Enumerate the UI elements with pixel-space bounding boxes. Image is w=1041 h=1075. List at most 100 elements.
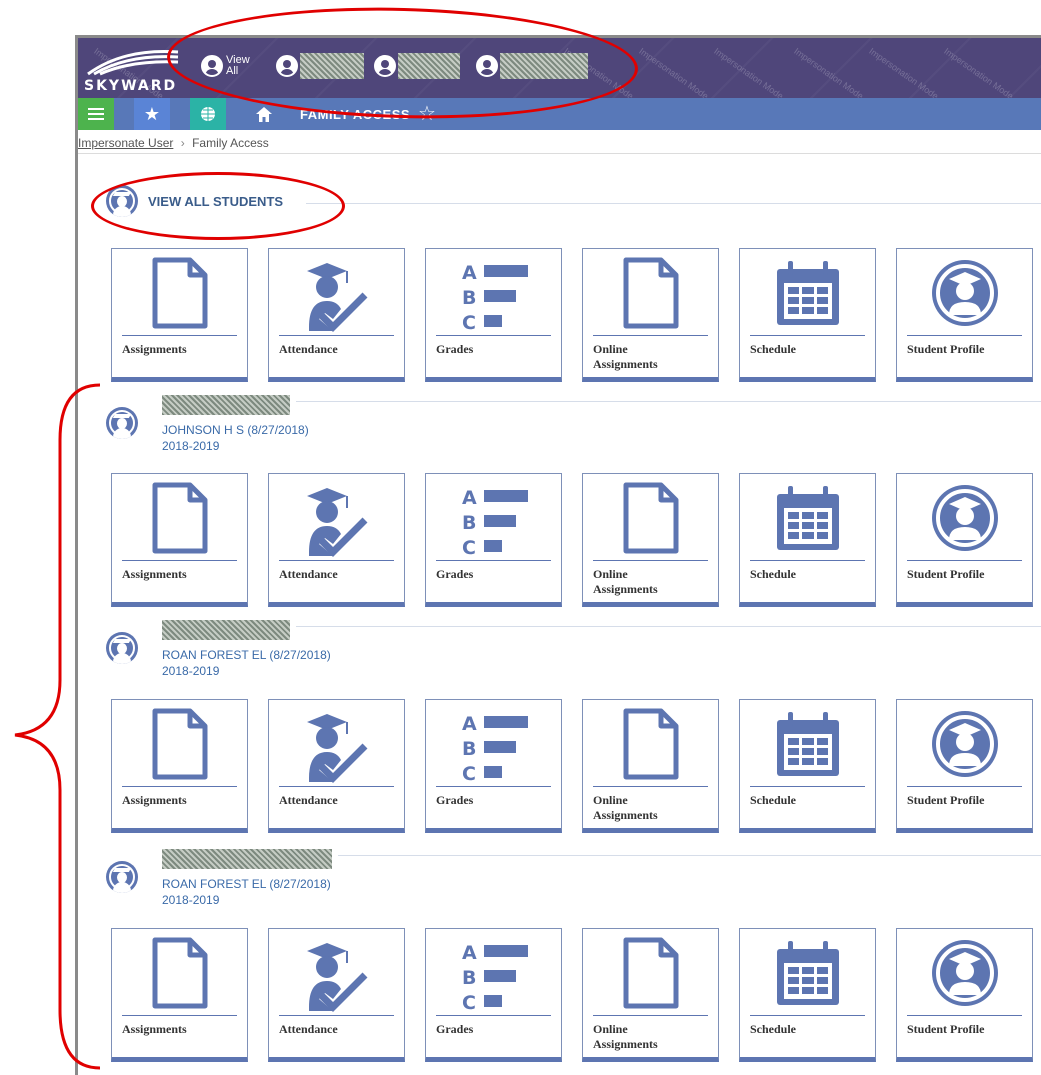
tile-divider <box>907 786 1022 787</box>
online-assignments-tile[interactable]: Online Assignments <box>582 248 719 382</box>
student-school[interactable]: ROAN FOREST EL (8/27/2018) <box>162 877 331 891</box>
svg-text:B: B <box>462 738 476 760</box>
student-school-year: 2018-2019 <box>162 893 220 907</box>
view-all-switch[interactable]: View All <box>201 51 250 81</box>
favorites-button[interactable]: ★ <box>134 98 170 130</box>
tile-divider <box>436 786 551 787</box>
home-icon <box>256 107 272 122</box>
svg-text:C: C <box>462 312 476 334</box>
home-button[interactable] <box>246 98 282 130</box>
schedule-tile[interactable]: Schedule <box>739 699 876 833</box>
tile-label: Online Assignments <box>593 793 658 822</box>
student-switch-2[interactable] <box>374 51 460 81</box>
svg-text:C: C <box>462 992 476 1014</box>
tile-label: Grades <box>436 1022 474 1036</box>
schedule-tile[interactable]: Schedule <box>739 473 876 607</box>
browser-frame: Impersonation Mode Impersonation Mode Im… <box>75 35 1041 1075</box>
student-switch-3[interactable] <box>476 51 588 81</box>
student-school[interactable]: ROAN FOREST EL (8/27/2018) <box>162 648 331 662</box>
add-favorite-star-icon[interactable]: ☆ <box>418 101 436 126</box>
attendance-tile[interactable]: Attendance <box>268 928 405 1062</box>
tile-label: Assignments <box>122 342 187 356</box>
online-assignments-tile[interactable]: Online Assignments <box>582 699 719 833</box>
watermark: Impersonation Mode <box>792 46 866 102</box>
schedule-tile[interactable]: Schedule <box>739 248 876 382</box>
tile-label: Online Assignments <box>593 567 658 596</box>
assignments-tile[interactable]: Assignments <box>111 248 248 382</box>
grades-tile[interactable]: A B C Grades <box>425 248 562 382</box>
attendance-tile[interactable]: Attendance <box>268 248 405 382</box>
student-profile-tile[interactable]: Student Profile <box>896 928 1033 1062</box>
attendance-icon <box>269 482 404 560</box>
tile-label: Student Profile <box>907 342 985 356</box>
svg-text:C: C <box>462 537 476 559</box>
watermark: Impersonation Mode <box>942 46 1016 102</box>
schedule-tile[interactable]: Schedule <box>739 928 876 1062</box>
tile-label: Schedule <box>750 342 797 356</box>
grades-icon: ABC <box>426 482 561 560</box>
redacted-name <box>500 53 588 79</box>
attendance-icon <box>269 708 404 786</box>
student-avatar-icon[interactable] <box>106 861 138 893</box>
assignments-tile[interactable]: Assignments <box>111 928 248 1062</box>
student-block-2: ROAN FOREST EL (8/27/2018) 2018-2019 <box>106 620 1041 680</box>
svg-text:B: B <box>462 512 476 534</box>
tile-divider <box>279 560 394 561</box>
watermark: Impersonation Mode <box>637 46 711 102</box>
student-profile-icon <box>897 257 1032 335</box>
tile-divider <box>750 335 865 336</box>
view-all-label: View All <box>226 54 250 77</box>
section-divider <box>338 855 1041 856</box>
attendance-tile[interactable]: Attendance <box>268 473 405 607</box>
skyward-logo[interactable]: SKYWARD <box>84 44 180 96</box>
tile-divider <box>750 560 865 561</box>
tile-divider <box>122 560 237 561</box>
redacted-student-name <box>162 849 332 869</box>
student-switch-1[interactable] <box>276 51 364 81</box>
tile-label: Attendance <box>279 342 338 356</box>
students-icon <box>201 55 223 77</box>
student-icon <box>476 55 498 77</box>
student-school[interactable]: JOHNSON H S (8/27/2018) <box>162 423 309 437</box>
logo-text: SKYWARD <box>84 78 178 94</box>
svg-text:B: B <box>462 967 476 989</box>
assignments-tile[interactable]: Assignments <box>111 473 248 607</box>
redacted-student-name <box>162 395 290 415</box>
student-profile-tile[interactable]: Student Profile <box>896 248 1033 382</box>
student-avatar-icon[interactable] <box>106 407 138 439</box>
attendance-icon <box>269 937 404 1015</box>
student-avatar-icon[interactable] <box>106 632 138 664</box>
document-icon <box>583 708 718 786</box>
watermark: Impersonation Mode <box>867 46 941 102</box>
section-divider <box>296 626 1041 627</box>
globe-button[interactable] <box>190 98 226 130</box>
view-all-students-header[interactable]: VIEW ALL STUDENTS <box>106 185 1041 219</box>
grades-tile[interactable]: A B C Grades <box>425 928 562 1062</box>
online-assignments-tile[interactable]: Online Assignments <box>582 473 719 607</box>
document-icon <box>583 257 718 335</box>
attendance-tile[interactable]: Attendance <box>268 699 405 833</box>
student-profile-tile[interactable]: Student Profile <box>896 699 1033 833</box>
globe-icon <box>201 107 215 121</box>
svg-text:A: A <box>462 942 477 964</box>
document-icon <box>583 937 718 1015</box>
calendar-icon <box>740 482 875 560</box>
section-divider <box>296 401 1041 402</box>
breadcrumb-impersonate-user-link[interactable]: Impersonate User <box>78 136 173 150</box>
online-assignments-tile[interactable]: Online Assignments <box>582 928 719 1062</box>
menu-button[interactable] <box>78 98 114 130</box>
annotation-brace <box>14 383 101 1070</box>
grades-tile[interactable]: A B C Grades <box>425 699 562 833</box>
student-profile-tile[interactable]: Student Profile <box>896 473 1033 607</box>
grades-tile[interactable]: A B C Grades <box>425 473 562 607</box>
assignments-tile[interactable]: Assignments <box>111 699 248 833</box>
tile-label: Online Assignments <box>593 1022 658 1051</box>
grades-icon: ABC <box>426 937 561 1015</box>
tile-label: Grades <box>436 342 474 356</box>
document-icon <box>112 708 247 786</box>
grades-icon: ABC <box>426 708 561 786</box>
page-title: FAMILY ACCESS <box>300 107 411 122</box>
tile-divider <box>122 1015 237 1016</box>
tile-row-student-2: Assignments Attendance A B C Grades Online Ass… <box>111 699 1041 835</box>
student-school-year: 2018-2019 <box>162 664 220 678</box>
